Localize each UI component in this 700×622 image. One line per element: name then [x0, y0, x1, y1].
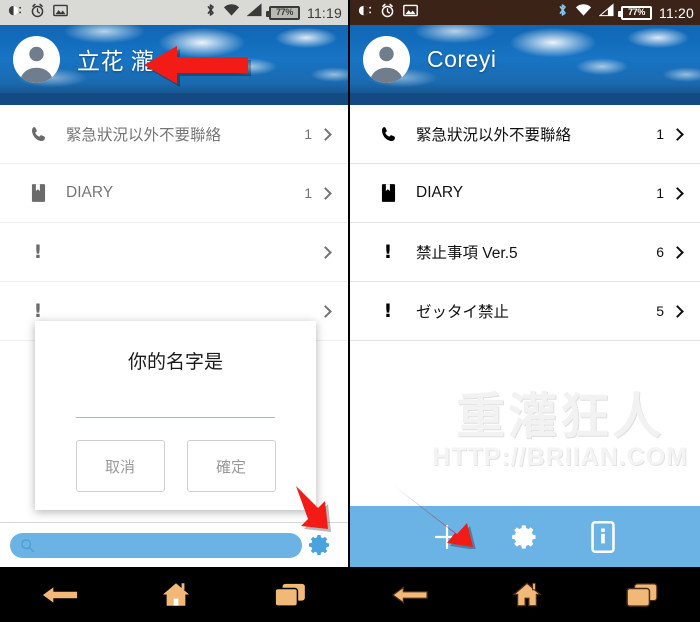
list-content-right: 重灌狂人 HTTP://BRIIAN.COM 緊急狀況以外不要聯絡 1 DIAR… — [350, 105, 700, 522]
dual-screenshot: 77% 11:19 立花 瀧 緊急狀況以外不要聯絡 1 DIARY 1 ! ! … — [0, 0, 700, 622]
signal-icon — [598, 3, 614, 22]
profile-name: 立花 瀧 — [77, 48, 155, 74]
chevron-right-icon — [671, 245, 684, 259]
bluetooth-icon — [205, 2, 216, 23]
site-watermark: 重灌狂人 HTTP://BRIIAN.COM — [426, 393, 694, 472]
plus-icon[interactable] — [430, 520, 464, 554]
clock-time: 11:20 — [659, 4, 694, 21]
gear-icon[interactable] — [302, 533, 338, 557]
name-input-dialog: 你的名字是 取消 確定 — [35, 321, 316, 510]
back-icon[interactable] — [41, 583, 79, 607]
image-icon — [403, 4, 418, 22]
dialog-title: 你的名字是 — [127, 352, 223, 373]
table-row[interactable]: ! ゼッタイ禁止 5 — [350, 282, 700, 341]
android-nav-bar-left — [0, 567, 348, 622]
phone-icon — [374, 125, 402, 144]
clock-time: 11:19 — [307, 4, 342, 21]
signal-icon — [246, 3, 262, 22]
gear-icon[interactable] — [508, 520, 542, 554]
bluetooth-icon — [557, 2, 568, 23]
profile-name: Coreyi — [427, 45, 497, 72]
watermark-title: 重灌狂人 — [455, 390, 664, 444]
status-bar-left: 77% 11:19 — [0, 0, 348, 25]
avatar[interactable] — [363, 35, 410, 83]
wifi-icon — [575, 3, 592, 22]
chevron-right-icon — [671, 186, 684, 200]
battery-indicator: 77% — [266, 5, 300, 20]
watermark-url: HTTP://BRIIAN.COM — [432, 443, 688, 471]
home-icon[interactable] — [161, 581, 191, 608]
right-phone-screen: 77% 11:20 Coreyi 重灌狂人 HTTP://BRIIAN.COM — [350, 0, 700, 622]
status-bar-left-icons — [357, 3, 418, 23]
recents-icon[interactable] — [273, 582, 307, 608]
table-row[interactable]: DIARY 1 — [350, 164, 700, 223]
status-bar-right: 77% 11:20 — [350, 0, 700, 25]
exclamation-icon: ! — [383, 299, 393, 322]
android-nav-bar-right — [350, 567, 700, 622]
row-count: 5 — [656, 303, 664, 319]
row-label: 緊急狀況以外不要聯絡 — [416, 127, 572, 144]
action-bar — [350, 506, 700, 567]
table-row[interactable]: 緊急狀況以外不要聯絡 1 — [350, 105, 700, 164]
chevron-right-icon — [671, 304, 684, 318]
row-count: 6 — [656, 244, 664, 260]
chevron-right-icon — [671, 127, 684, 141]
row-label: DIARY — [416, 184, 464, 201]
entry-list-right: 緊急狀況以外不要聯絡 1 DIARY 1 ! 禁止事項 Ver.5 6 ! ゼッ… — [350, 105, 700, 341]
table-row[interactable]: ! 禁止事項 Ver.5 6 — [350, 223, 700, 282]
info-phone-icon[interactable] — [586, 520, 620, 554]
brightness-icon — [7, 3, 22, 23]
search-input[interactable] — [10, 532, 302, 558]
left-phone-screen: 77% 11:19 立花 瀧 緊急狀況以外不要聯絡 1 DIARY 1 ! ! … — [0, 0, 350, 622]
avatar[interactable] — [13, 35, 60, 83]
status-bar-right-icons: 77% 11:20 — [557, 2, 694, 23]
row-count: 1 — [656, 126, 664, 142]
search-bar — [0, 522, 348, 567]
wifi-icon — [223, 3, 240, 22]
book-icon — [374, 183, 402, 203]
alarm-icon — [380, 3, 395, 23]
confirm-button[interactable]: 確定 — [186, 440, 276, 492]
name-input-field[interactable] — [75, 400, 276, 418]
cancel-button[interactable]: 取消 — [75, 440, 165, 492]
image-icon — [53, 4, 68, 22]
row-label: 禁止事項 Ver.5 — [416, 245, 518, 262]
row-count: 1 — [656, 185, 664, 201]
search-icon — [21, 538, 35, 552]
profile-header-right: Coreyi — [350, 25, 700, 105]
profile-header-left: 立花 瀧 — [0, 25, 348, 105]
status-bar-left-icons — [7, 3, 68, 23]
recents-icon[interactable] — [625, 582, 659, 608]
home-icon[interactable] — [512, 581, 542, 608]
list-content-left: 緊急狀況以外不要聯絡 1 DIARY 1 ! ! 你的名字是 取消 確定 — [0, 105, 348, 522]
battery-indicator: 77% — [618, 5, 652, 20]
battery-percent: 77% — [627, 7, 646, 17]
exclamation-icon: ! — [383, 240, 393, 263]
row-label: ゼッタイ禁止 — [416, 304, 510, 321]
dialog-buttons: 取消 確定 — [57, 440, 294, 492]
status-bar-right-icons: 77% 11:19 — [205, 2, 342, 23]
back-icon[interactable] — [391, 583, 429, 607]
brightness-icon — [357, 3, 372, 23]
battery-percent: 77% — [275, 7, 294, 17]
alarm-icon — [30, 3, 45, 23]
